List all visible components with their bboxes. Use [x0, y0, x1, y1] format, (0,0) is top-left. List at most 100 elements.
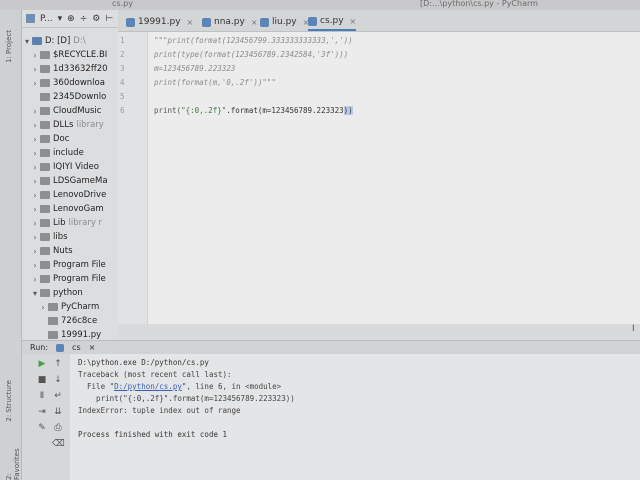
- editor-tab-label: liu.py: [272, 17, 297, 27]
- folder-icon: [40, 233, 50, 241]
- tree-item-label: DLLs: [53, 120, 74, 130]
- locate-icon[interactable]: ⊕: [67, 14, 75, 24]
- folder-icon: [40, 247, 50, 255]
- chevron-right-icon[interactable]: ›: [30, 219, 40, 228]
- chevron-down-icon[interactable]: ▾: [22, 37, 32, 46]
- rerun-icon[interactable]: ▶: [36, 358, 48, 370]
- chevron-right-icon[interactable]: ›: [30, 191, 40, 200]
- editor-tab[interactable]: 19991.py ×: [126, 13, 193, 31]
- run-tab-cs[interactable]: cs: [72, 343, 81, 352]
- project-view-selector[interactable]: P...: [40, 14, 53, 24]
- tree-item[interactable]: › Lib library r: [22, 216, 118, 230]
- tree-item[interactable]: › Doc: [22, 132, 118, 146]
- soft-wrap-icon[interactable]: ↵: [52, 390, 64, 402]
- tree-item[interactable]: › PyCharm: [22, 300, 118, 314]
- console-error: IndexError: tuple index out of range: [78, 406, 241, 415]
- tree-item[interactable]: › DLLs library: [22, 118, 118, 132]
- chevron-right-icon[interactable]: ›: [30, 51, 40, 60]
- tree-item[interactable]: 726c8ce: [22, 314, 118, 328]
- chevron-right-icon[interactable]: ›: [30, 107, 40, 116]
- folder-icon: [40, 65, 50, 73]
- settings-icon[interactable]: ⚙: [92, 14, 100, 24]
- pin-icon[interactable]: ✎: [36, 422, 48, 434]
- folder-icon: [40, 149, 50, 157]
- chevron-right-icon[interactable]: ›: [38, 303, 48, 312]
- tree-item[interactable]: › include: [22, 146, 118, 160]
- tree-item-label: LDSGameMa: [53, 176, 108, 186]
- folder-icon: [40, 107, 50, 115]
- chevron-down-icon[interactable]: ▾: [30, 289, 40, 298]
- collapse-icon[interactable]: ÷: [80, 14, 88, 24]
- tree-item-label: Doc: [53, 134, 70, 144]
- chevron-right-icon[interactable]: ›: [30, 79, 40, 88]
- tree-item-note: library r: [68, 218, 103, 228]
- tree-item[interactable]: › CloudMusic: [22, 104, 118, 118]
- chevron-right-icon[interactable]: ›: [30, 121, 40, 130]
- python-file-icon: [202, 17, 211, 27]
- editor-tab[interactable]: nna.py ×: [202, 13, 258, 31]
- line-number: 1: [120, 36, 125, 45]
- tree-item[interactable]: › Program File: [22, 258, 118, 272]
- tree-item[interactable]: › 1d33632ff20: [22, 62, 118, 76]
- chevron-right-icon[interactable]: ›: [30, 177, 40, 186]
- editor-tab[interactable]: liu.py ×: [260, 13, 309, 31]
- tree-item[interactable]: ▾ D: [D] D:\: [22, 34, 118, 48]
- tree-item-label: CloudMusic: [53, 106, 102, 116]
- structure-tool-button[interactable]: 2: Structure: [5, 380, 13, 422]
- line-gutter: 1 2 3 4 5 6: [118, 32, 148, 324]
- tree-item[interactable]: › LDSGameMa: [22, 174, 118, 188]
- print-icon[interactable]: ⎙: [52, 422, 64, 434]
- close-icon[interactable]: ×: [187, 18, 194, 27]
- python-file-icon: [56, 343, 65, 352]
- tree-item-label: Program File: [53, 260, 106, 270]
- chevron-right-icon[interactable]: ›: [30, 233, 40, 242]
- tree-item[interactable]: 2345Downlo: [22, 90, 118, 104]
- pause-icon[interactable]: Ⅱ: [36, 390, 48, 402]
- chevron-right-icon[interactable]: ›: [30, 135, 40, 144]
- scroll-up-icon[interactable]: ↑: [52, 358, 64, 370]
- tree-item-label: IQIYI Video: [53, 162, 99, 172]
- close-icon[interactable]: ×: [350, 17, 357, 26]
- tree-item[interactable]: ▾ python: [22, 286, 118, 300]
- title-bar: cs.py [D:...\python\cs.py - PyCharm: [0, 0, 640, 10]
- chevron-right-icon[interactable]: ›: [30, 275, 40, 284]
- tree-item[interactable]: › libs: [22, 230, 118, 244]
- left-tool-stripe: 1: Project 2: Structure 2: Favorites: [0, 10, 22, 480]
- tree-item[interactable]: › $RECYCLE.BI: [22, 48, 118, 62]
- scroll-end-icon[interactable]: ⇊: [52, 406, 64, 418]
- restore-layout-icon[interactable]: ⇥: [36, 406, 48, 418]
- folder-icon: [32, 37, 42, 45]
- editor-tab[interactable]: cs.py ×: [308, 13, 357, 31]
- tree-item[interactable]: › Program File: [22, 272, 118, 286]
- folder-icon: [40, 275, 50, 283]
- project-tool-button[interactable]: 1: Project: [5, 30, 13, 63]
- chevron-right-icon[interactable]: ›: [30, 149, 40, 158]
- close-icon[interactable]: ×: [89, 343, 96, 352]
- favorites-tool-button[interactable]: 2: Favorites: [5, 440, 21, 480]
- tree-item[interactable]: › LenovoGam: [22, 202, 118, 216]
- project-icon: [26, 14, 35, 23]
- chevron-right-icon[interactable]: ›: [30, 247, 40, 256]
- clear-icon[interactable]: ⌫: [52, 438, 65, 450]
- run-console[interactable]: D:\python.exe D:/python/cs.py Traceback …: [70, 354, 640, 480]
- close-icon[interactable]: ×: [251, 18, 258, 27]
- console-file-link[interactable]: D:/python/cs.py: [114, 382, 182, 391]
- tree-item[interactable]: › 360downloa: [22, 76, 118, 90]
- console-source-line: print("{:0,.2f}".format(m=123456789.2233…: [78, 394, 295, 403]
- scroll-down-icon[interactable]: ↓: [52, 374, 64, 386]
- chevron-right-icon[interactable]: ›: [30, 163, 40, 172]
- window-title: [D:...\python\cs.py - PyCharm: [420, 0, 538, 8]
- stop-icon[interactable]: ■: [36, 374, 48, 386]
- chevron-right-icon[interactable]: ›: [30, 205, 40, 214]
- chevron-right-icon[interactable]: ›: [30, 65, 40, 74]
- hide-icon[interactable]: ⊢: [105, 14, 113, 24]
- tree-item[interactable]: › Nuts: [22, 244, 118, 258]
- chevron-right-icon[interactable]: ›: [30, 261, 40, 270]
- code-editor[interactable]: print("{:0,.2f}".format(m=123456789.2233…: [148, 32, 640, 334]
- tree-item-label: 2345Downlo: [53, 92, 107, 102]
- tree-item[interactable]: › IQIYI Video: [22, 160, 118, 174]
- python-file-icon: [308, 16, 317, 26]
- tree-item[interactable]: › LenovoDrive: [22, 188, 118, 202]
- run-label: Run:: [30, 343, 49, 352]
- dropdown-icon[interactable]: ▾: [58, 14, 63, 24]
